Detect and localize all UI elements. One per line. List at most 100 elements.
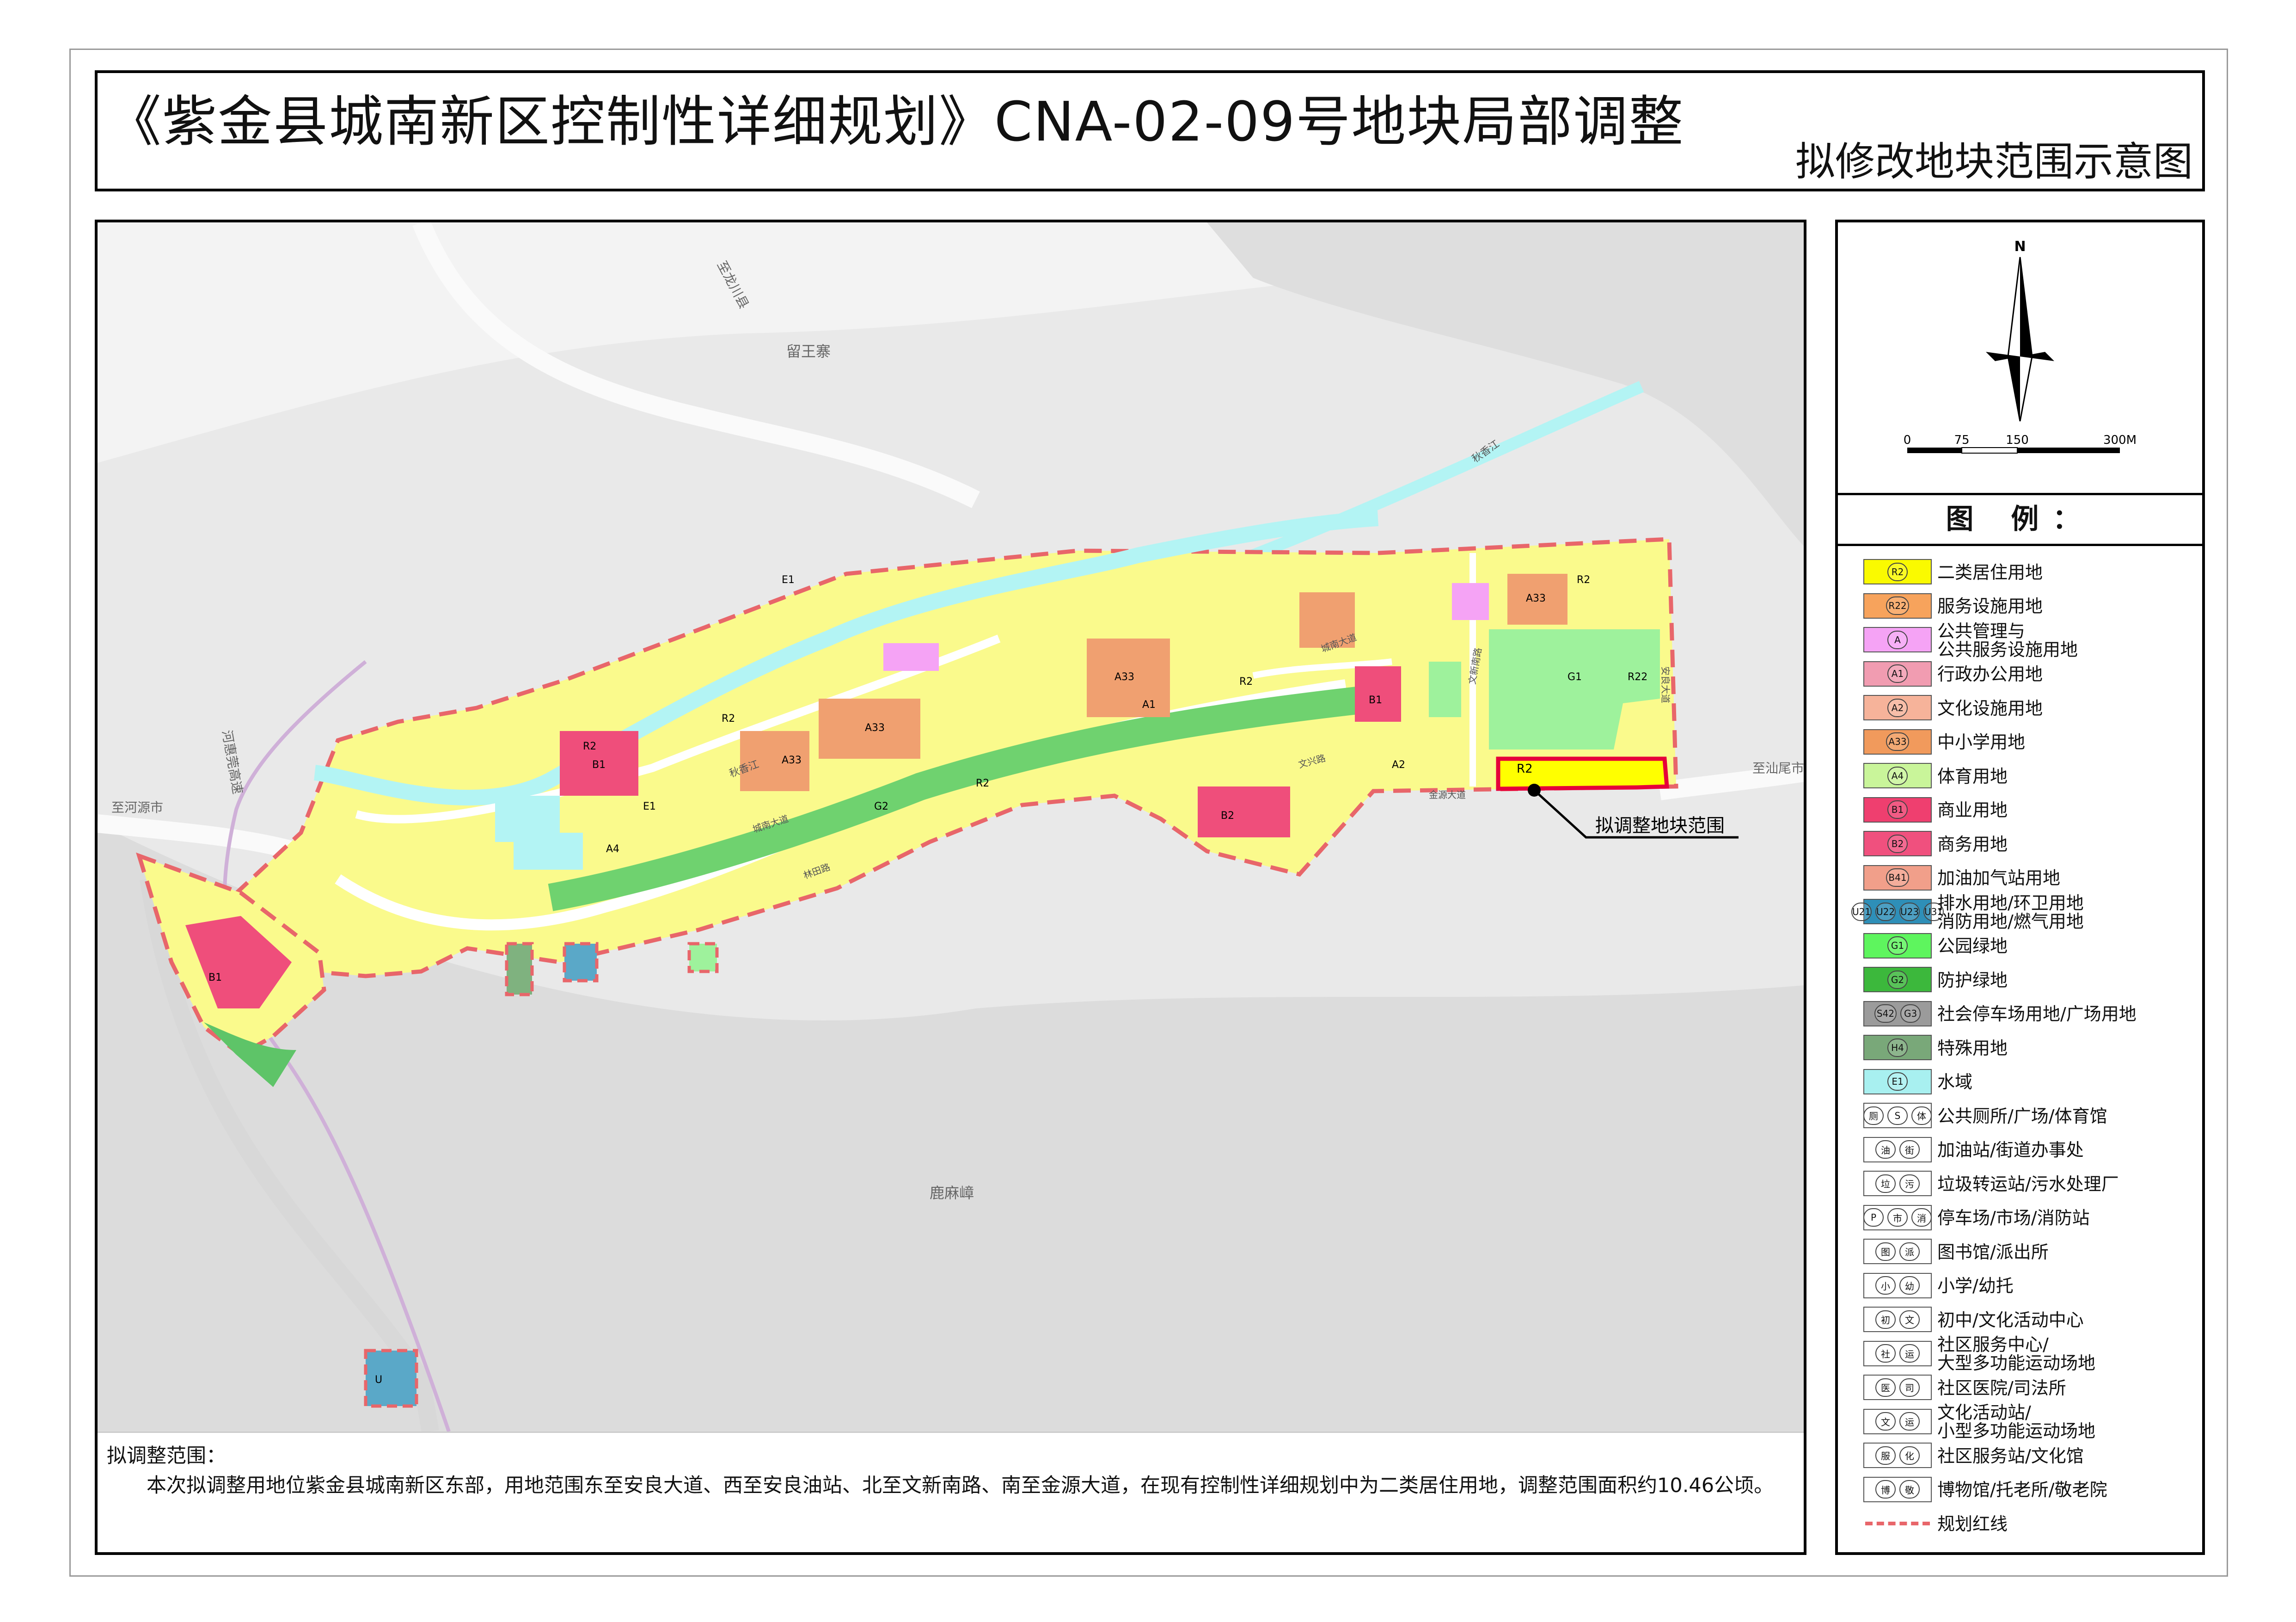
- legend-label: 加油加气站用地: [1937, 868, 2061, 889]
- legend-swatch: 医司: [1863, 1375, 1932, 1400]
- zone-label-e1-b: E1: [643, 801, 656, 812]
- map-frame[interactable]: R2 拟调整地块范围 留王寨 鹿麻嶂 至龙川县 至河源市 至汕尾市 河惠莞高速 …: [95, 220, 1806, 1555]
- zone-label-a4: A4: [606, 843, 619, 855]
- legend-swatch: S42 G3: [1863, 1001, 1932, 1026]
- legend-label: 特殊用地: [1937, 1038, 2008, 1058]
- legend-label: 加油站/街道办事处: [1937, 1140, 2084, 1161]
- legend-code-icon: 文: [1875, 1412, 1896, 1431]
- legend-label: 排水用地/环卫用地 消防用地/燃气用地: [1937, 892, 2084, 932]
- label-to-shanwei: 至汕尾市: [1752, 761, 1804, 776]
- callout-label: 拟调整地块范围: [1595, 815, 1725, 836]
- legend-code-icon: G1: [1887, 936, 1908, 955]
- legend-code-icon: A33: [1886, 732, 1909, 751]
- legend-code-icon: 派: [1899, 1242, 1920, 1261]
- title-box: 《紫金县城南新区控制性详细规划》CNA-02-09号地块局部调整 拟修改地块范围…: [95, 70, 2205, 191]
- zone-label-a2: A2: [1392, 759, 1405, 771]
- legend-item: 油街加油站/街道办事处: [1863, 1133, 2196, 1167]
- zone-label-r22: R22: [1628, 671, 1647, 683]
- label-jinyuan: 金源大道: [1429, 789, 1466, 800]
- legend-code-icon: B1: [1887, 800, 1908, 819]
- legend-label: 图书馆/派出所: [1937, 1241, 2049, 1262]
- legend-code-icon: 污: [1899, 1174, 1920, 1193]
- zone-label-b2: B2: [1221, 810, 1234, 822]
- legend-item: B41 加油加气站用地: [1863, 861, 2196, 896]
- legend-item: E1 水域: [1863, 1065, 2196, 1100]
- north-label: N: [2014, 239, 2026, 255]
- legend-heading: 图 例：: [1838, 493, 2202, 546]
- legend-code-icon: 运: [1899, 1344, 1920, 1363]
- legend-label: 公共管理与 公共服务设施用地: [1937, 621, 2078, 660]
- legend-item: A33 中小学用地: [1863, 725, 2196, 760]
- legend-label: 文化活动站/ 小型多功能运动场地: [1937, 1402, 2096, 1442]
- legend-swatch: U21 U22 U23 U31: [1851, 899, 1944, 924]
- legend-code-icon: 图: [1875, 1242, 1896, 1261]
- legend-item: S42 G3 社会停车场用地/广场用地: [1863, 997, 2196, 1032]
- zone-label-e1-a: E1: [782, 574, 795, 586]
- legend-item: G2 防护绿地: [1863, 963, 2196, 997]
- legend-item: B2 商务用地: [1863, 827, 2196, 861]
- legend-swatch: 社运: [1863, 1340, 1932, 1366]
- legend-code-icon: 垃: [1875, 1174, 1896, 1193]
- scale-bar-svg: 0 75 150 300M: [1904, 433, 2137, 454]
- land-use-map[interactable]: R2 拟调整地块范围 留王寨 鹿麻嶂 至龙川县 至河源市 至汕尾市 河惠莞高速 …: [98, 222, 1804, 1432]
- legend-code-icon: A1: [1887, 664, 1908, 683]
- legend-item: A 公共管理与 公共服务设施用地: [1863, 621, 2196, 660]
- legend-label: 商务用地: [1937, 834, 2008, 854]
- label-to-heyuan: 至河源市: [111, 800, 163, 815]
- zone-label-g2: G2: [874, 801, 888, 812]
- zone-b1-b: [1355, 666, 1401, 722]
- legend-code-icon: 油: [1875, 1140, 1896, 1159]
- legend-label: 规划红线: [1937, 1513, 2008, 1534]
- legend-label: 停车场/市场/消防站: [1937, 1208, 2090, 1229]
- legend-label: 社区医院/司法所: [1937, 1377, 2066, 1398]
- legend-label: 水域: [1937, 1072, 1973, 1093]
- legend-item: 图派图书馆/派出所: [1863, 1235, 2196, 1269]
- zone-label-a1: A1: [1142, 699, 1156, 711]
- zone-label-r2-a: R2: [583, 741, 596, 752]
- legend-label: 商业用地: [1937, 800, 2008, 821]
- legend-item: A1 行政办公用地: [1863, 657, 2196, 692]
- legend-item: 博敬博物馆/托老所/敬老院: [1863, 1473, 2196, 1507]
- legend-swatch: 服化: [1863, 1443, 1932, 1468]
- legend-code-icon: 小: [1875, 1276, 1896, 1295]
- legend-label: 小学/幼托: [1937, 1276, 2014, 1296]
- legend-code-icon: B41: [1886, 868, 1909, 887]
- zone-label-r2-e: R2: [1577, 574, 1590, 586]
- legend-item: 社运社区服务中心/ 大型多功能运动场地: [1863, 1334, 2196, 1374]
- legend-label: 公共厕所/广场/体育馆: [1937, 1106, 2107, 1126]
- legend-code-icon: R22: [1886, 596, 1909, 615]
- zone-a-b: [883, 643, 939, 671]
- zone-e1-b: [495, 796, 560, 842]
- legend-code-icon: 初: [1875, 1310, 1896, 1329]
- legend-item: R22 服务设施用地: [1863, 590, 2196, 624]
- zone-label-b1-c: B1: [1369, 694, 1382, 706]
- zone-label-a33-c: A33: [1114, 671, 1134, 683]
- legend-swatch: 文运: [1863, 1408, 1932, 1434]
- zone-label-a33-b: A33: [865, 722, 885, 734]
- legend-code-icon: 文: [1899, 1310, 1920, 1329]
- legend-label: 社区服务站/文化馆: [1937, 1445, 2084, 1466]
- legend-item: 文运文化活动站/ 小型多功能运动场地: [1863, 1402, 2196, 1442]
- legend-code-icon: E1: [1887, 1072, 1908, 1091]
- legend-swatch: 垃污: [1863, 1171, 1932, 1196]
- parcel-u-b: [364, 1349, 418, 1408]
- legend-code-icon: A: [1887, 630, 1908, 649]
- zone-label-a33-a: A33: [782, 755, 802, 766]
- legend-code-icon: 化: [1899, 1446, 1920, 1465]
- north-arrow-icon: [1986, 257, 2054, 422]
- legend-code-icon: 街: [1899, 1140, 1920, 1159]
- legend-label: 社区服务中心/ 大型多功能运动场地: [1937, 1334, 2096, 1374]
- adjust-parcel-code: R2: [1517, 762, 1533, 776]
- main-title: 《紫金县城南新区控制性详细规划》CNA-02-09号地块局部调整: [107, 90, 1684, 154]
- note-body: 本次拟调整用地位紫金县城南新区东部，用地范围东至安良大道、西至安良油站、北至文新…: [147, 1474, 1774, 1497]
- legend-swatch: B41: [1863, 865, 1932, 891]
- legend-code-icon: U21: [1851, 902, 1872, 921]
- legend-swatch: H4: [1863, 1035, 1932, 1060]
- legend-code-icon: 服: [1875, 1446, 1896, 1465]
- legend-swatch: 油街: [1863, 1137, 1932, 1162]
- legend-swatch: P市消: [1863, 1204, 1932, 1230]
- legend-item: 初文初中/文化活动中心: [1863, 1303, 2196, 1337]
- legend-item: 规划红线: [1863, 1507, 2196, 1541]
- zone-g1-b: [1429, 662, 1461, 717]
- legend-item: R2 二类居住用地: [1863, 555, 2196, 590]
